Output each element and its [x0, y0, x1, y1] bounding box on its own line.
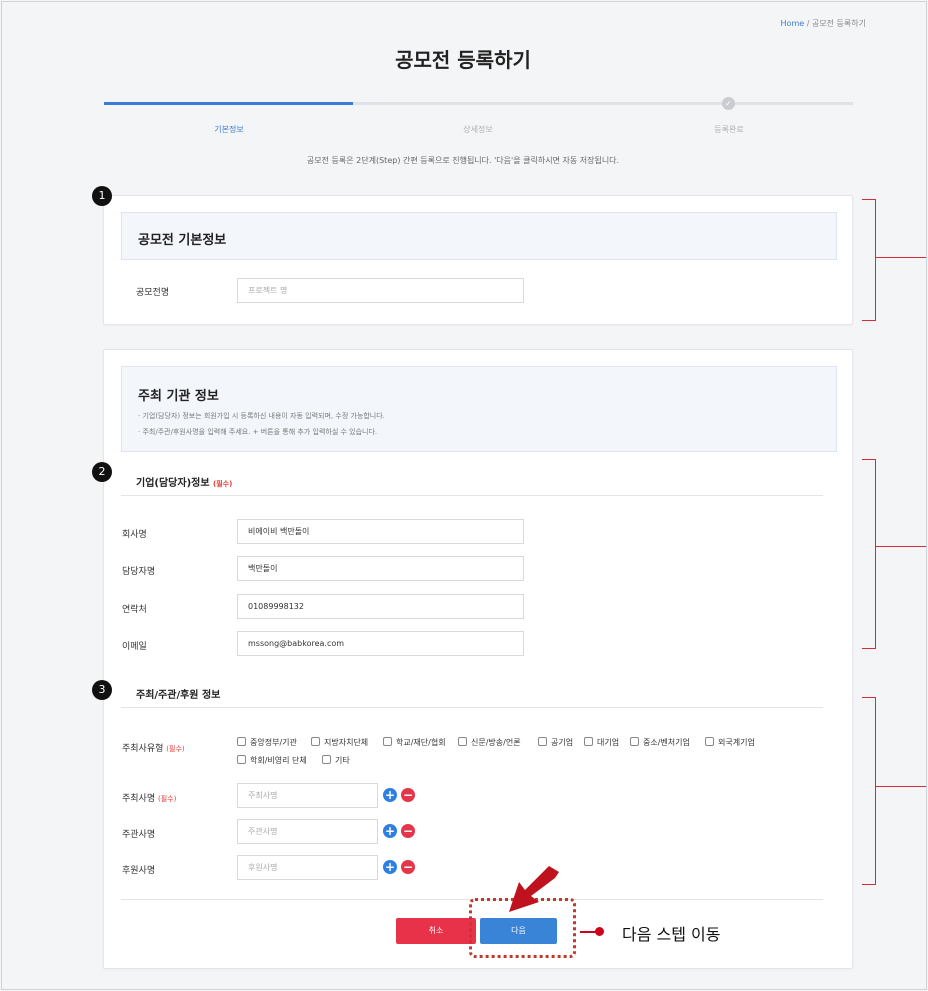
- host-type-required: (필수): [166, 745, 185, 753]
- type-checkbox-nonprofit[interactable]: 학회/비영리 단체: [237, 755, 307, 766]
- company-name-input[interactable]: 비에이비 백만돌이: [237, 519, 524, 544]
- type-checkbox-central-gov[interactable]: 중앙정부/기관: [237, 737, 297, 748]
- type-label: 공기업: [551, 738, 574, 747]
- organizer-name-label: 주관사명: [122, 830, 156, 840]
- type-checkbox-public-corp[interactable]: 공기업: [538, 737, 573, 748]
- email-input[interactable]: mssong@babkorea.com: [237, 631, 524, 656]
- type-label: 기타: [335, 756, 350, 765]
- annotation-bracket-3-line: [876, 786, 926, 787]
- host-type-label: 주최사유형 (필수): [122, 741, 185, 754]
- stepper-progress-fill: [104, 102, 353, 105]
- annotation-badge-3: 3: [92, 680, 112, 700]
- host-org-desc-2: · 주최/주관/후원사명을 입력해 주세요. + 버튼을 통해 추가 입력하실 …: [138, 428, 378, 436]
- checkbox-icon: [538, 737, 547, 746]
- breadcrumb-current: 공모전 등록하기: [811, 19, 866, 28]
- company-info-required: (필수): [213, 480, 233, 488]
- phone-label: 연락처: [122, 605, 147, 615]
- type-checkbox-large-corp[interactable]: 대기업: [584, 737, 619, 748]
- type-label: 외국계기업: [718, 738, 755, 747]
- host-name-required: (필수): [158, 795, 177, 803]
- manager-name-label: 담당자명: [122, 567, 156, 577]
- checkbox-icon: [705, 737, 714, 746]
- checkbox-icon: [322, 755, 331, 764]
- type-checkbox-etc[interactable]: 기타: [322, 755, 350, 766]
- checkbox-icon: [311, 737, 320, 746]
- email-label: 이메일: [122, 642, 147, 652]
- host-org-header: 주최 기관 정보 · 기업(담당자) 정보는 회원가입 시 등록하신 내용이 자…: [121, 366, 837, 452]
- step-label-basic: 기본정보: [214, 125, 244, 134]
- host-org-desc-1: · 기업(담당자) 정보는 회원가입 시 등록하신 내용이 자동 입력되며, 수…: [138, 412, 385, 420]
- cancel-button[interactable]: 취소: [396, 918, 476, 944]
- contest-name-label: 공모전명: [136, 288, 170, 298]
- breadcrumb-separator: /: [804, 19, 812, 28]
- basic-info-card: 공모전 기본정보 공모전명 프로젝트 명: [103, 195, 853, 325]
- contest-name-input[interactable]: 프로젝트 명: [237, 278, 524, 303]
- organizer-name-input[interactable]: 주관사명: [237, 819, 378, 844]
- checkbox-icon: [383, 737, 392, 746]
- type-checkbox-local-gov[interactable]: 지방자치단체: [311, 737, 368, 748]
- add-host-plus-icon[interactable]: +: [383, 788, 397, 802]
- annotation-badge-2: 2: [92, 462, 112, 482]
- type-label: 신문/방송/언론: [471, 738, 521, 747]
- checkbox-icon: [584, 737, 593, 746]
- host-type-label-text: 주최사유형: [122, 744, 164, 754]
- progress-stepper: ✓ 기본정보 상세정보 등록완료: [104, 97, 853, 134]
- checkbox-icon: [630, 737, 639, 746]
- company-info-title-text: 기업(담당자)정보: [136, 478, 210, 489]
- breadcrumb-home-link[interactable]: Home: [781, 19, 805, 28]
- type-checkbox-foreign[interactable]: 외국계기업: [705, 737, 755, 748]
- add-organizer-plus-icon[interactable]: +: [383, 824, 397, 838]
- basic-info-header: 공모전 기본정보: [121, 212, 837, 260]
- type-label: 지방자치단체: [324, 738, 369, 747]
- annotation-bracket-2: [862, 459, 876, 649]
- callout-text: 다음 스텝 이동: [622, 925, 721, 944]
- type-label: 대기업: [597, 738, 620, 747]
- annotation-bracket-1-line: [876, 257, 926, 258]
- remove-organizer-minus-icon[interactable]: −: [401, 824, 415, 838]
- step-label-detail: 상세정보: [463, 125, 493, 134]
- company-divider: [121, 495, 823, 496]
- host-org-card: 주최 기관 정보 · 기업(담당자) 정보는 회원가입 시 등록하신 내용이 자…: [103, 349, 853, 969]
- remove-sponsor-minus-icon[interactable]: −: [401, 860, 415, 874]
- type-label: 중소/벤처기업: [643, 738, 690, 747]
- manager-name-input[interactable]: 백만돌이: [237, 556, 524, 581]
- type-checkbox-media[interactable]: 신문/방송/언론: [458, 737, 521, 748]
- host-name-label-text: 주최사명: [122, 794, 156, 804]
- annotation-bracket-2-line: [876, 546, 926, 547]
- step-label-complete: 등록완료: [714, 125, 744, 134]
- annotation-badge-1: 1: [92, 186, 112, 206]
- sponsor-name-input[interactable]: 후원사명: [237, 855, 378, 880]
- host-org-title: 주최 기관 정보: [138, 389, 219, 404]
- type-label: 학회/비영리 단체: [250, 756, 307, 765]
- registration-notice: 공모전 등록은 2단계(Step) 간편 등록으로 진행됩니다. '다음'을 클…: [306, 156, 620, 165]
- sponsor-name-label: 후원사명: [122, 866, 156, 876]
- type-checkbox-school[interactable]: 학교/재단/협회: [383, 737, 446, 748]
- add-sponsor-plus-icon[interactable]: +: [383, 860, 397, 874]
- page-title: 공모전 등록하기: [395, 48, 531, 72]
- annotation-arrow-icon: [509, 866, 559, 912]
- annotation-bracket-3: [862, 697, 876, 885]
- annotation-bracket-1: [862, 199, 876, 321]
- type-label: 학교/재단/협회: [396, 738, 446, 747]
- breadcrumb: Home / 공모전 등록하기: [781, 18, 866, 29]
- type-checkbox-sme[interactable]: 중소/벤처기업: [630, 737, 690, 748]
- callout-dot: [595, 927, 604, 936]
- remove-host-minus-icon[interactable]: −: [401, 788, 415, 802]
- company-name-label: 회사명: [122, 530, 147, 540]
- basic-info-title: 공모전 기본정보: [138, 233, 227, 248]
- host-info-title: 주최/주관/후원 정보: [136, 690, 221, 701]
- host-divider: [121, 707, 823, 708]
- checkbox-icon: [237, 755, 246, 764]
- checkbox-icon: [458, 737, 467, 746]
- step-complete-check-icon: ✓: [722, 97, 735, 110]
- type-label: 중앙정부/기관: [250, 738, 297, 747]
- checkbox-icon: [237, 737, 246, 746]
- host-name-label: 주최사명 (필수): [122, 791, 176, 804]
- company-info-title: 기업(담당자)정보 (필수): [136, 474, 232, 489]
- host-name-input[interactable]: 주최사명: [237, 783, 378, 808]
- phone-input[interactable]: 01089998132: [237, 594, 524, 619]
